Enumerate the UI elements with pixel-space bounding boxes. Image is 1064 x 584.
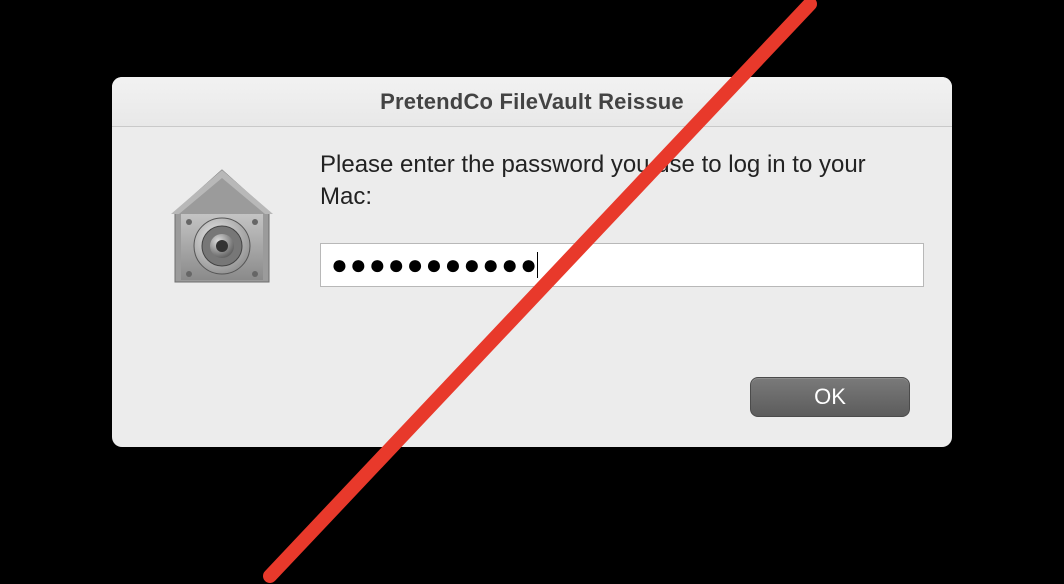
password-masked-value: ●●●●●●●●●●● — [331, 251, 539, 279]
filevault-icon — [152, 159, 292, 299]
password-input[interactable]: ●●●●●●●●●●● — [320, 243, 924, 287]
prompt-text: Please enter the password you use to log… — [320, 149, 910, 214]
dialog-title: PretendCo FileVault Reissue — [380, 89, 684, 115]
dialog-titlebar: PretendCo FileVault Reissue — [112, 77, 952, 127]
dialog-content: Please enter the password you use to log… — [112, 127, 952, 447]
ok-button[interactable]: OK — [750, 377, 910, 417]
filevault-reissue-dialog: PretendCo FileVault Reissue — [112, 77, 952, 447]
ok-button-label: OK — [814, 384, 846, 410]
text-caret — [537, 252, 538, 278]
